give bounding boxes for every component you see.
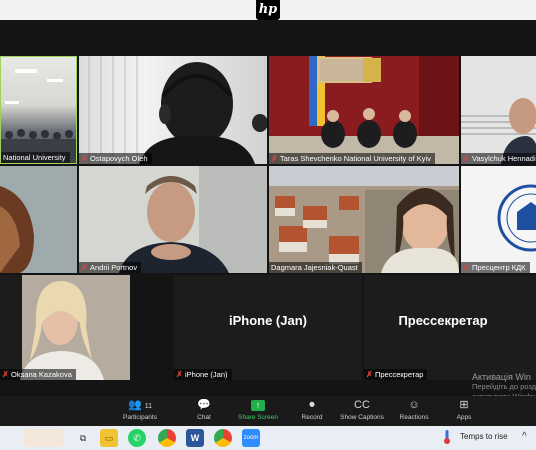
video-tile-8[interactable]: ✗ Пресцентр КДК bbox=[461, 166, 536, 273]
apps-button[interactable]: ⊞ Apps bbox=[440, 398, 488, 421]
participants-button[interactable]: 👥 11 Participants bbox=[116, 398, 164, 421]
participant-name: ✗ Taras Shevchenko National University of… bbox=[269, 153, 435, 164]
hp-logo: hp bbox=[256, 0, 280, 20]
record-button[interactable]: ⏺ Record bbox=[288, 398, 336, 421]
video-tile-11[interactable]: Прессекретар ✗ Прессекретар bbox=[364, 275, 536, 380]
mic-muted-icon: ✗ bbox=[271, 153, 278, 163]
mic-muted-icon: ✗ bbox=[2, 369, 9, 379]
reactions-icon: ☺ bbox=[408, 399, 420, 411]
participant-name: ✗ Andrii Portnov bbox=[79, 262, 142, 273]
participant-silhouette bbox=[79, 166, 267, 273]
participant-display-name: iPhone (Jan) bbox=[228, 313, 307, 328]
video-tile-1[interactable]: National University bbox=[0, 56, 77, 164]
city-background-image bbox=[269, 166, 459, 273]
participant-name: Dagmara Jajesniak-Quast bbox=[269, 262, 362, 273]
video-gallery: National University ✗ Ostapovych Oleh ✗ Ta… bbox=[0, 20, 536, 396]
mic-muted-icon: ✗ bbox=[81, 153, 88, 163]
participant-name: ✗ iPhone (Jan) bbox=[174, 369, 232, 380]
mic-muted-icon: ✗ bbox=[176, 369, 183, 379]
video-tile-7[interactable]: Dagmara Jajesniak-Quast bbox=[269, 166, 459, 273]
mic-muted-icon: ✗ bbox=[366, 369, 373, 379]
video-tile-5[interactable] bbox=[0, 166, 77, 273]
meeting-toolbar: 👥 11 Participants 💬 Chat ↑ Share Screen … bbox=[0, 396, 536, 426]
video-tile-4[interactable]: ✗ Vasylchuk Hennadi bbox=[461, 56, 536, 164]
apps-icon: ⊞ bbox=[459, 399, 469, 411]
participant-name: ✗ Vasylchuk Hennadi bbox=[461, 153, 536, 164]
video-tile-3[interactable]: ✗ Taras Shevchenko National University of… bbox=[269, 56, 459, 164]
participant-name: National University bbox=[1, 152, 70, 163]
tray-chevron-icon[interactable]: ^ bbox=[522, 431, 527, 442]
chrome-profile-icon[interactable] bbox=[214, 429, 232, 447]
share-screen-icon: ↑ bbox=[234, 398, 282, 412]
word-icon[interactable]: W bbox=[186, 429, 204, 447]
participant-silhouette bbox=[88, 56, 267, 164]
mic-muted-icon: ✗ bbox=[81, 262, 88, 272]
chat-button[interactable]: 💬 Chat bbox=[180, 398, 228, 421]
window-top-bar: hp bbox=[0, 0, 536, 20]
participant-silhouette bbox=[0, 166, 77, 273]
conference-room-image bbox=[1, 69, 76, 159]
participant-silhouette bbox=[20, 275, 130, 380]
mic-muted-icon: ✗ bbox=[463, 153, 470, 163]
university-seal-logo bbox=[497, 184, 536, 252]
participant-name: ✗ Пресцентр КДК bbox=[461, 262, 530, 273]
captions-icon: CC bbox=[354, 399, 370, 411]
video-tile-9[interactable]: ✗ Oksana Kazakova bbox=[0, 275, 130, 380]
zoom-icon[interactable]: zoom bbox=[242, 429, 260, 447]
video-tile-2[interactable]: ✗ Ostapovych Oleh bbox=[79, 56, 267, 164]
conference-room-image bbox=[269, 56, 459, 164]
windows-taskbar: ⧉ ▭ ✆ W zoom Temps to rise ^ bbox=[0, 426, 536, 450]
participant-name: ✗ Oksana Kazakova bbox=[0, 369, 76, 380]
video-tile-6[interactable]: ✗ Andrii Portnov bbox=[79, 166, 267, 273]
task-view-icon[interactable]: ⧉ bbox=[74, 429, 92, 447]
chat-icon: 💬 bbox=[197, 399, 211, 411]
video-tile-10[interactable]: iPhone (Jan) ✗ iPhone (Jan) bbox=[174, 275, 362, 380]
captions-button[interactable]: CC Show Captions bbox=[338, 398, 386, 421]
reactions-button[interactable]: ☺ Reactions bbox=[390, 398, 438, 421]
thermometer-icon bbox=[444, 430, 450, 444]
record-icon: ⏺ bbox=[309, 399, 315, 411]
participant-name: ✗ Ostapovych Oleh bbox=[79, 153, 152, 164]
widgets-fox-icon[interactable] bbox=[24, 429, 64, 447]
chrome-icon[interactable] bbox=[158, 429, 176, 447]
participants-icon: 👥 11 bbox=[127, 399, 153, 411]
weather-text[interactable]: Temps to rise bbox=[460, 432, 508, 441]
participant-silhouette bbox=[461, 98, 536, 164]
file-explorer-icon[interactable]: ▭ bbox=[100, 429, 118, 447]
mic-muted-icon: ✗ bbox=[463, 262, 470, 272]
whatsapp-icon[interactable]: ✆ bbox=[128, 429, 146, 447]
participant-name: ✗ Прессекретар bbox=[364, 369, 428, 380]
share-screen-button[interactable]: ↑ Share Screen bbox=[234, 398, 282, 421]
participant-display-name: Прессекретар bbox=[398, 313, 488, 328]
